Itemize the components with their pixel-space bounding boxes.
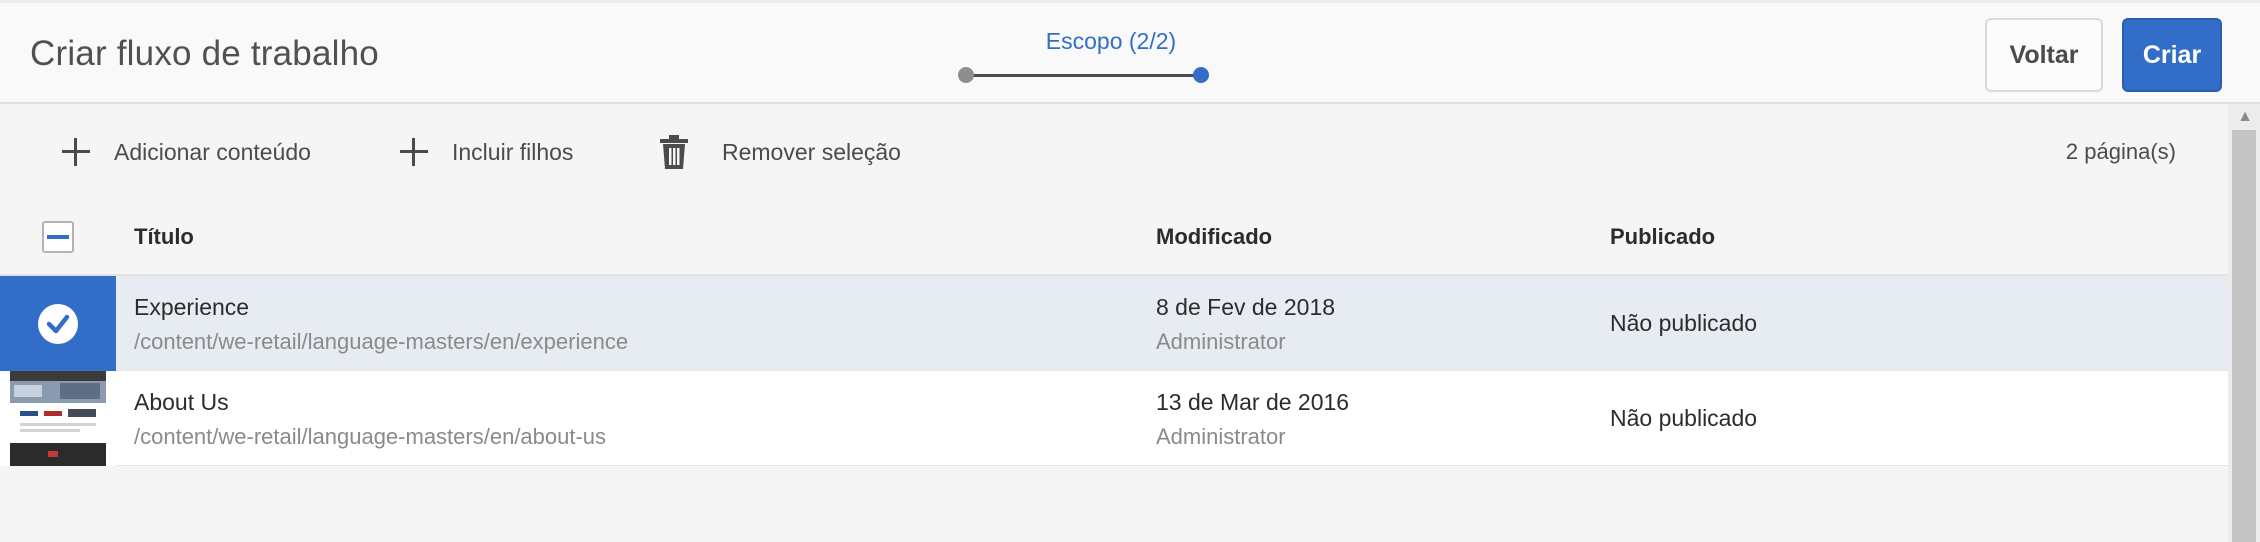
column-header-published[interactable]: Publicado [1610,198,1715,276]
row-path: /content/we-retail/language-masters/en/a… [134,424,607,449]
wizard-progress-track [966,74,1202,77]
row-modified-date: 13 de Mar de 2016 [1156,389,1350,415]
row-published-status: Não publicado [1610,405,1758,431]
remove-selection-button[interactable]: Remover seleção [660,106,901,198]
create-button[interactable]: Criar [2122,18,2222,92]
row-title: Experience [134,294,250,320]
plus-icon [400,138,428,166]
content-table: Título Modificado Publicado Experience /… [0,198,2228,466]
row-modified-by: Administrator [1156,329,1286,354]
plus-icon [62,138,90,166]
wizard-header: Criar fluxo de trabalho Escopo (2/2) Vol… [0,0,2260,104]
wizard-step-2-dot[interactable] [1193,67,1209,83]
include-children-label: Incluir filhos [452,138,574,165]
select-all-checkbox[interactable] [42,221,74,253]
action-bar: Adicionar conteúdo Incluir filhos Remove… [0,106,2228,198]
page-thumbnail-image [0,371,116,466]
row-title: About Us [134,389,229,415]
page-title: Criar fluxo de trabalho [30,34,379,73]
check-icon [38,303,78,344]
header-topline [0,0,2260,3]
row-title-cell: About Us /content/we-retail/language-mas… [134,389,606,450]
column-header-modified[interactable]: Modificado [1156,198,1272,276]
row-modified-cell: 8 de Fev de 2018 Administrator [1156,294,1335,355]
trash-icon [660,135,688,169]
wizard-step-1-dot[interactable] [958,67,974,83]
wizard-step-label: Escopo (2/2) [1045,28,1177,54]
row-modified-date: 8 de Fev de 2018 [1156,294,1336,320]
page-thumbnail[interactable] [0,371,116,466]
table-header: Título Modificado Publicado [0,198,2228,276]
add-content-label: Adicionar conteúdo [114,138,311,165]
include-children-button[interactable]: Incluir filhos [400,106,573,198]
row-title-cell: Experience /content/we-retail/language-m… [134,294,628,355]
remove-selection-label: Remover seleção [722,138,901,165]
row-path: /content/we-retail/language-masters/en/e… [134,329,629,354]
back-button[interactable]: Voltar [1985,18,2103,92]
row-modified-cell: 13 de Mar de 2016 Administrator [1156,389,1349,450]
table-row[interactable]: Experience /content/we-retail/language-m… [0,276,2228,371]
page-count: 2 página(s) [2065,139,2176,164]
scrollbar-thumb[interactable] [2232,130,2256,542]
row-published-status: Não publicado [1610,310,1758,336]
column-header-title[interactable]: Título [134,198,194,276]
chevron-up-icon[interactable]: ▲ [2236,108,2254,126]
add-content-button[interactable]: Adicionar conteúdo [62,106,311,198]
row-modified-by: Administrator [1156,424,1286,449]
table-row[interactable]: About Us /content/we-retail/language-mas… [0,371,2228,466]
row-select-toggle[interactable] [0,276,116,371]
